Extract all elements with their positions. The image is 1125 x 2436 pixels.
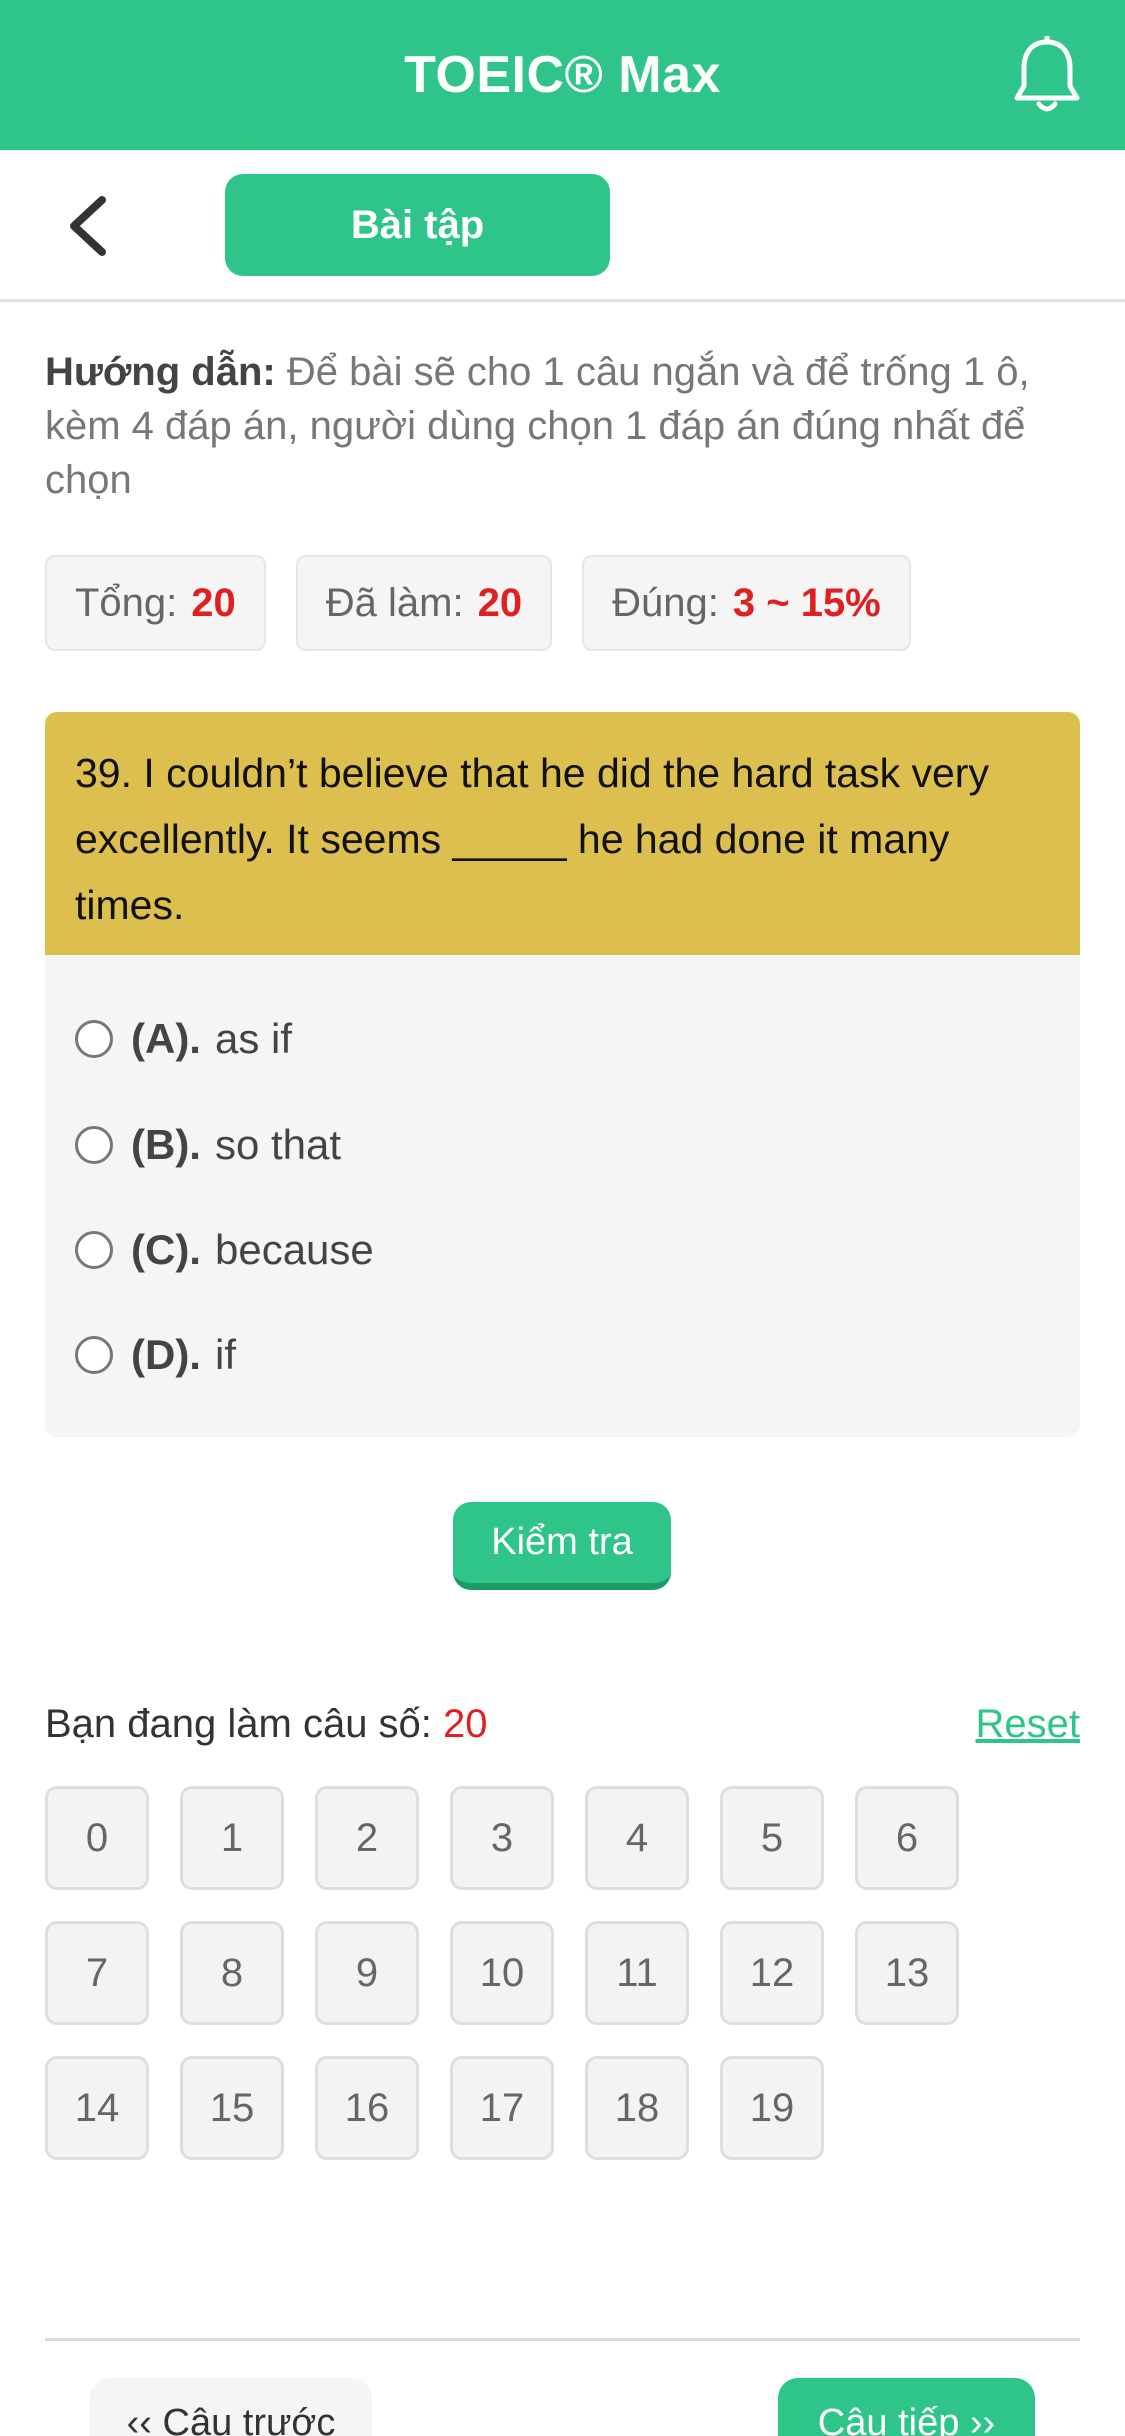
option-letter: (C). — [131, 1226, 201, 1273]
option-a[interactable]: (A). as if — [75, 999, 292, 1079]
option-d[interactable]: (D). if — [75, 1315, 236, 1395]
question-number-cell[interactable]: 2 — [315, 1786, 419, 1890]
question-number-cell[interactable]: 10 — [450, 1921, 554, 2025]
option-c[interactable]: (C). because — [75, 1210, 374, 1290]
stat-correct-value: 3 ~ 15% — [732, 580, 881, 625]
question-number-cell[interactable]: 13 — [855, 1921, 959, 2025]
question-number-cell[interactable]: 14 — [45, 2056, 149, 2160]
stat-total-label: Tổng: — [75, 580, 178, 625]
stat-done-label: Đã làm: — [325, 580, 464, 625]
option-text: so that — [214, 1121, 342, 1168]
option-text: if — [214, 1331, 236, 1378]
radio-icon[interactable] — [75, 1126, 113, 1164]
question-text: 39. I couldn’t believe that he did the h… — [45, 712, 1080, 955]
stat-total: Tổng: 20 — [45, 555, 266, 651]
question-number-cell[interactable]: 18 — [585, 2056, 689, 2160]
question-number-cell[interactable]: 6 — [855, 1786, 959, 1890]
radio-icon[interactable] — [75, 1336, 113, 1374]
check-button[interactable]: Kiểm tra — [453, 1502, 671, 1590]
radio-icon[interactable] — [75, 1231, 113, 1269]
app-header: TOEIC® Max — [0, 0, 1125, 150]
instructions-label: Hướng dẫn: — [45, 350, 276, 394]
option-text: as if — [214, 1015, 293, 1062]
current-question-line: Bạn đang làm câu số: 20 — [45, 1702, 488, 1747]
question-number-cell[interactable]: 11 — [585, 1921, 689, 2025]
stats-row: Tổng: 20 Đã làm: 20 Đúng: 3 ~ 15% — [45, 555, 911, 651]
option-letter: (B). — [131, 1121, 201, 1168]
question-number-cell[interactable]: 5 — [720, 1786, 824, 1890]
tab-exercise[interactable]: Bài tập — [225, 174, 610, 276]
back-icon[interactable] — [60, 190, 120, 262]
reset-link[interactable]: Reset — [976, 1702, 1081, 1747]
question-number-cell[interactable]: 17 — [450, 2056, 554, 2160]
instructions: Hướng dẫn: Để bài sẽ cho 1 câu ngắn và đ… — [45, 345, 1085, 507]
stat-done: Đã làm: 20 — [295, 555, 553, 651]
option-letter: (D). — [131, 1331, 201, 1378]
stat-done-value: 20 — [477, 580, 523, 625]
current-question-number: 20 — [443, 1702, 488, 1746]
option-text: because — [214, 1226, 374, 1273]
question-number-cell[interactable]: 8 — [180, 1921, 284, 2025]
prev-question-button[interactable]: ‹‹ Câu trước — [90, 2378, 372, 2436]
bell-icon[interactable] — [1011, 33, 1083, 114]
divider — [45, 2338, 1080, 2341]
question-number-cell[interactable]: 16 — [315, 2056, 419, 2160]
options-list: (A). as if (B). so that (C). because (D)… — [45, 955, 1080, 1437]
question-number-cell[interactable]: 9 — [315, 1921, 419, 2025]
question-number-cell[interactable]: 7 — [45, 1921, 149, 2025]
app-title: TOEIC® Max — [404, 46, 721, 104]
stat-correct-label: Đúng: — [612, 580, 719, 625]
question-number-cell[interactable]: 19 — [720, 2056, 824, 2160]
sub-header: Bài tập — [0, 150, 1125, 302]
next-question-button[interactable]: Câu tiếp ›› — [778, 2378, 1035, 2436]
current-question-label: Bạn đang làm câu số: — [45, 1702, 432, 1746]
radio-icon[interactable] — [75, 1020, 113, 1058]
question-number-cell[interactable]: 12 — [720, 1921, 824, 2025]
stat-correct: Đúng: 3 ~ 15% — [582, 555, 911, 651]
question-number-cell[interactable]: 15 — [180, 2056, 284, 2160]
option-letter: (A). — [131, 1015, 201, 1062]
question-number-cell[interactable]: 4 — [585, 1786, 689, 1890]
question-number-cell[interactable]: 1 — [180, 1786, 284, 1890]
stat-total-value: 20 — [191, 580, 236, 625]
option-b[interactable]: (B). so that — [75, 1105, 341, 1185]
question-number-cell[interactable]: 0 — [45, 1786, 149, 1890]
question-number-cell[interactable]: 3 — [450, 1786, 554, 1890]
